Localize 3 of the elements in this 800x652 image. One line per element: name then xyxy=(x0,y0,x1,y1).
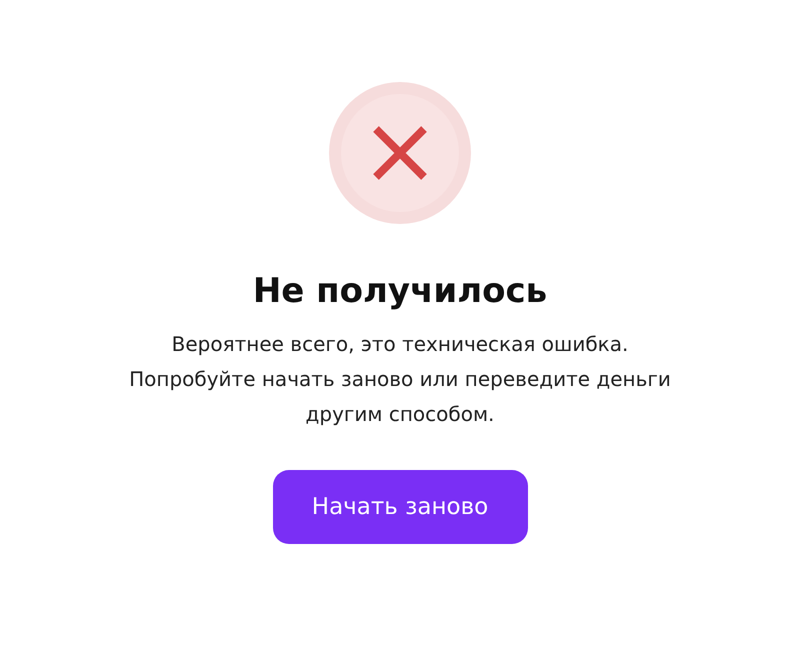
error-title: Не получилось xyxy=(252,270,548,313)
error-message: Вероятнее всего, это техническая ошибка. Попробуйте начать заново или переведите деньги другим способом. xyxy=(129,331,671,428)
restart-button[interactable]: Начать заново xyxy=(272,470,528,544)
